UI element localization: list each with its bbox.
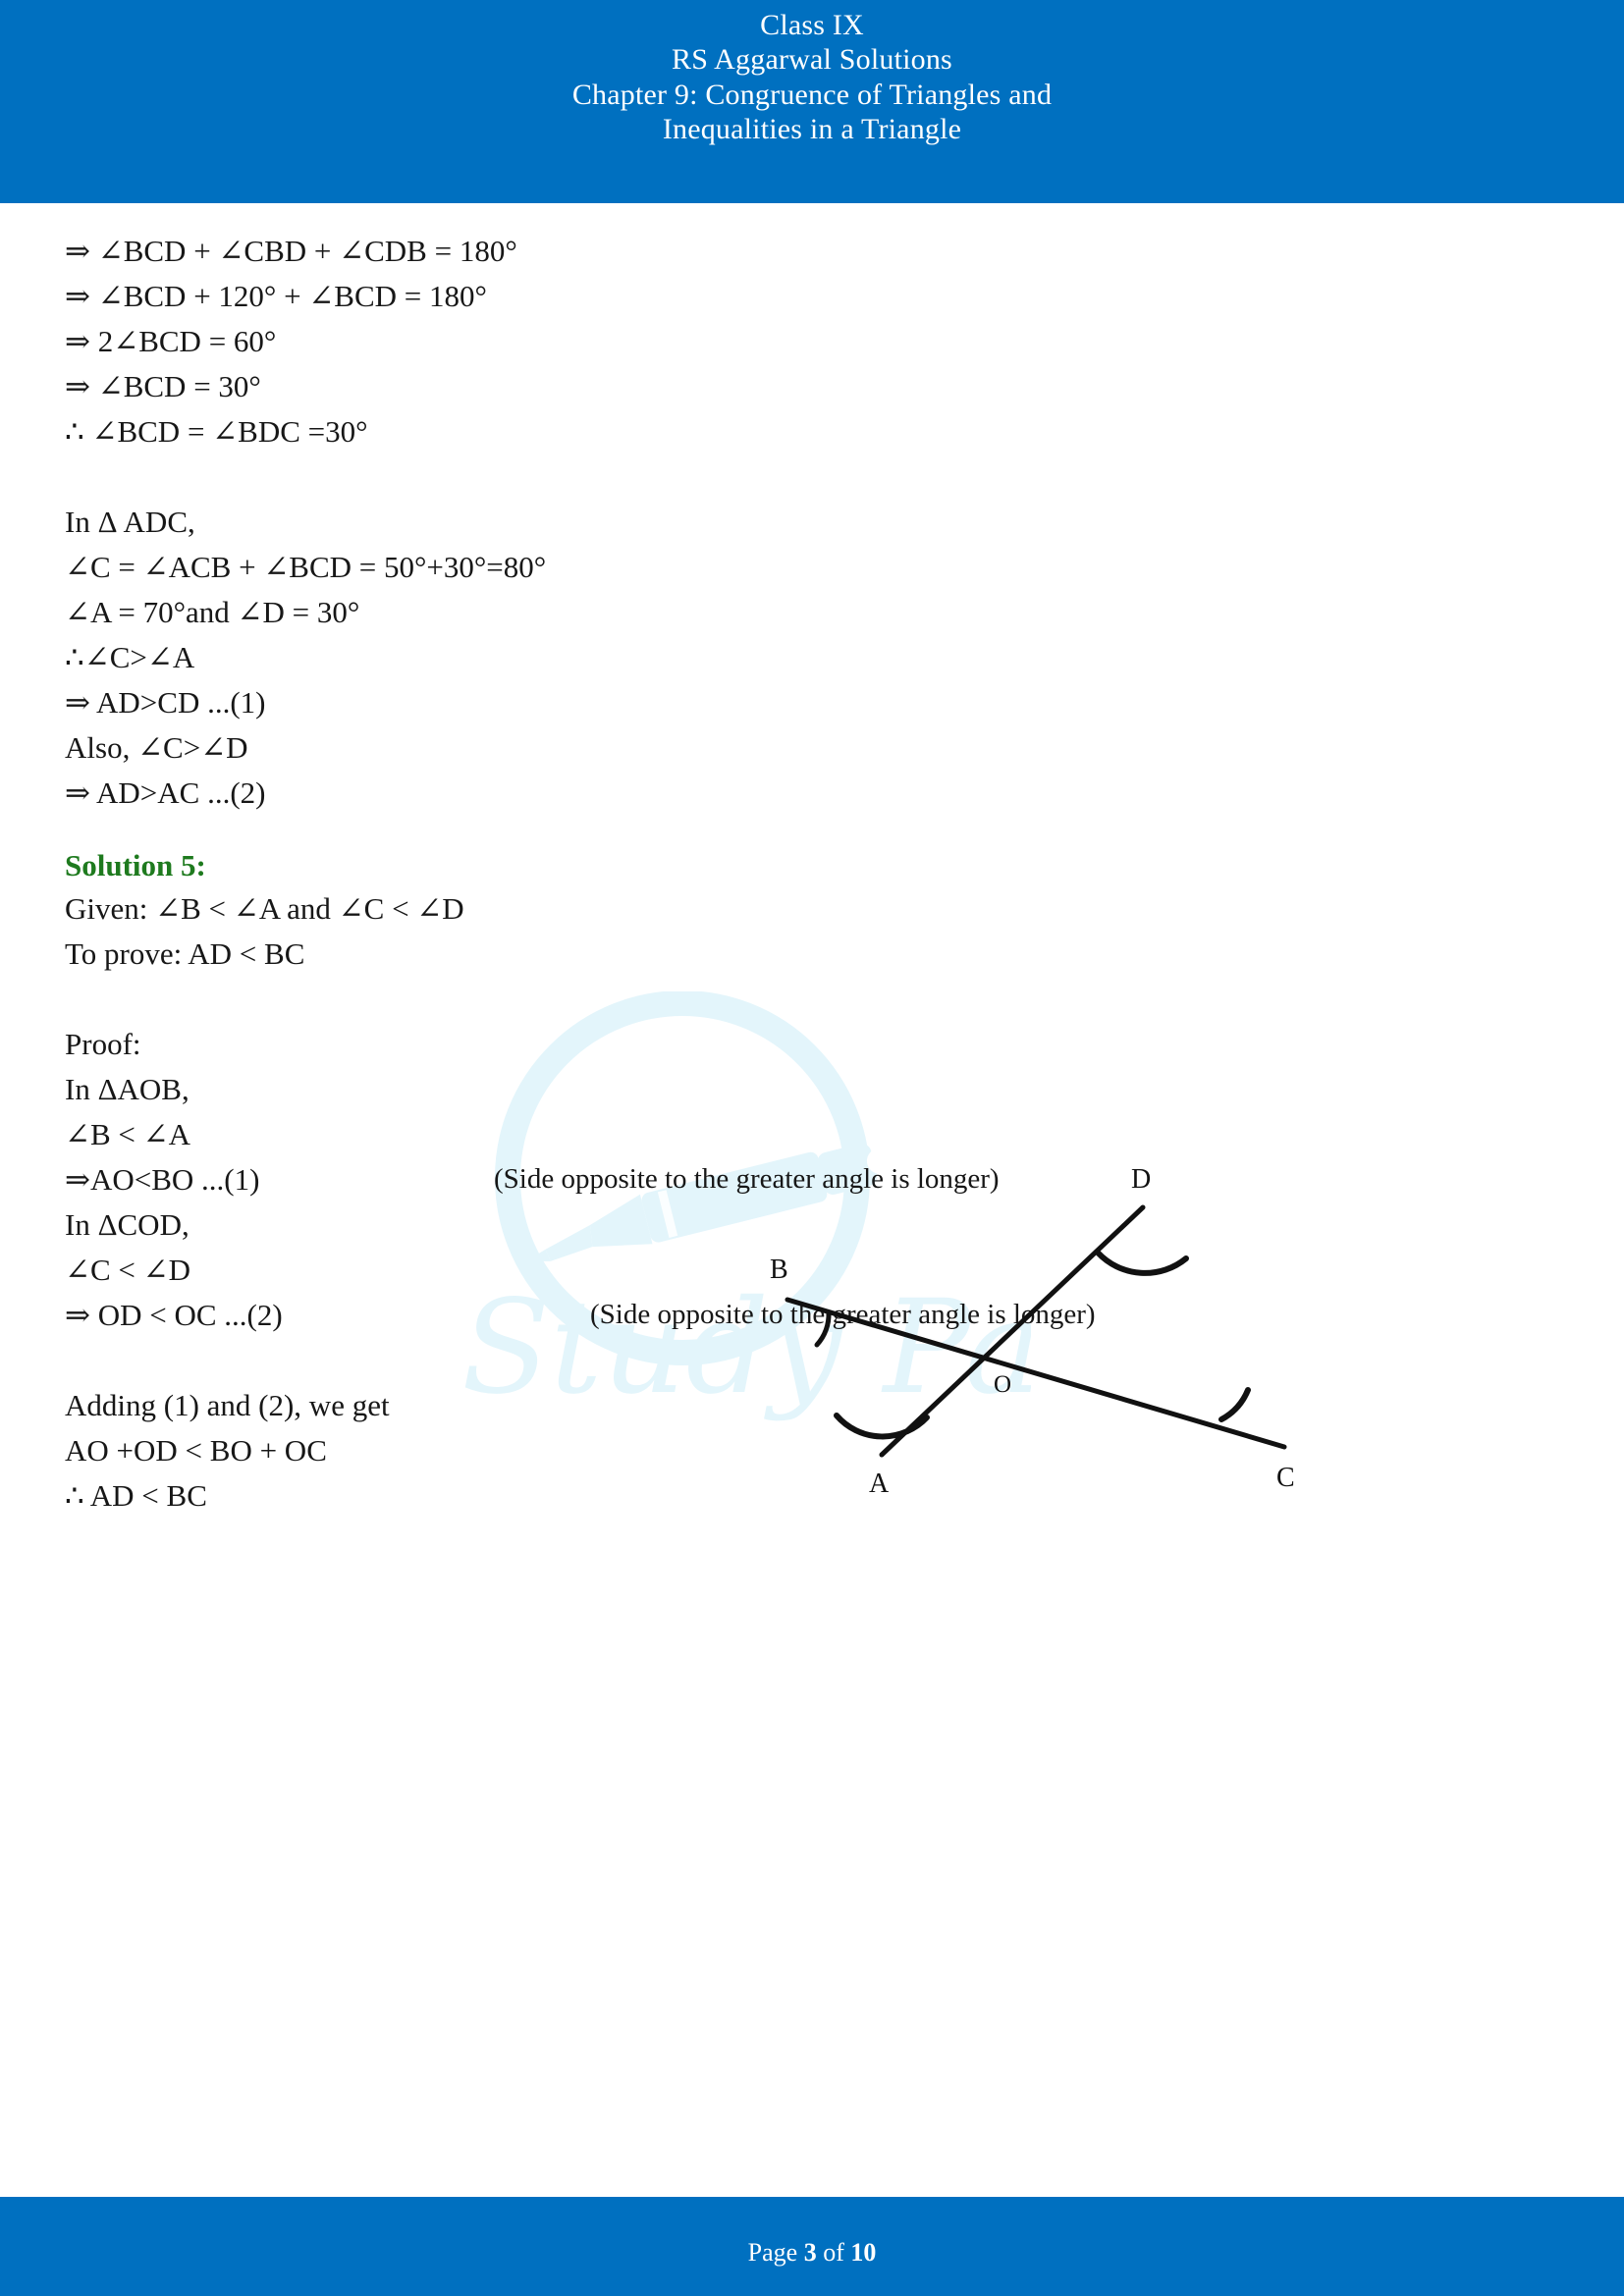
also-compare-line: Also, ∠C>∠D	[65, 730, 248, 765]
proof-result-1: ⇒AO<BO ...(1)	[65, 1162, 260, 1197]
triangle-aob-intro: In ΔAOB,	[65, 1072, 189, 1106]
page-of: of	[823, 2238, 844, 2267]
angle-a-d-line: ∠A = 70°and ∠D = 30°	[65, 595, 360, 629]
page-indicator: Page 3 of 10	[0, 2197, 1624, 2266]
angle-compare-line: ∴∠C>∠A	[65, 640, 195, 674]
math-line-2: ⇒ ∠BCD + 120° + ∠BCD = 180°	[65, 279, 487, 313]
header-line-class: Class IX	[760, 9, 864, 41]
solution-5-heading: Solution 5:	[65, 848, 206, 882]
proof-result-2: ⇒ OD < OC ...(2)	[65, 1298, 283, 1332]
angle-arc-c	[1218, 1387, 1251, 1422]
to-prove-line: To prove: AD < BC	[65, 936, 305, 971]
page-prefix: Page	[747, 2238, 798, 2267]
triangle-adc-intro: In Δ ADC,	[65, 505, 195, 539]
page-number: 3	[803, 2238, 817, 2267]
angle-arc-d	[1095, 1250, 1189, 1276]
vertex-label-d: D	[1131, 1164, 1151, 1195]
result-line-2: ⇒ AD>AC ...(2)	[65, 775, 266, 810]
page-footer: Page 3 of 10	[0, 2197, 1624, 2296]
vertex-label-b: B	[770, 1255, 788, 1285]
math-line-3: ⇒ 2∠BCD = 60°	[65, 324, 277, 358]
math-line-5: ∴ ∠BCD = ∠BDC =30°	[65, 414, 368, 449]
page-header: Class IX RS Aggarwal Solutions Chapter 9…	[0, 0, 1624, 203]
sum-inequality: AO +OD < BO + OC	[65, 1433, 327, 1468]
angle-c-lt-d: ∠C < ∠D	[65, 1253, 190, 1287]
conclusion-line: ∴ AD < BC	[65, 1478, 207, 1513]
total-pages: 10	[850, 2238, 877, 2267]
header-line-chapter2: Inequalities in a Triangle	[662, 113, 962, 146]
triangle-cod-intro: In ΔCOD,	[65, 1207, 189, 1242]
triangle-figure: C (long line through O) --> D (long line…	[727, 1148, 1394, 1541]
result-line-1: ⇒ AD>CD ...(1)	[65, 685, 266, 720]
vertex-label-c: C	[1276, 1463, 1295, 1493]
segment-bc	[785, 1297, 1287, 1450]
proof-label: Proof:	[65, 1027, 141, 1061]
angle-arc-a	[834, 1413, 930, 1440]
math-line-4: ⇒ ∠BCD = 30°	[65, 369, 261, 403]
angle-c-line: ∠C = ∠ACB + ∠BCD = 50°+30°=80°	[65, 550, 547, 584]
header-line-chapter1: Chapter 9: Congruence of Triangles and	[571, 78, 1053, 111]
header-line-book: RS Aggarwal Solutions	[672, 43, 952, 77]
vertex-label-a: A	[869, 1468, 890, 1499]
segment-ad	[879, 1204, 1146, 1458]
angle-b-lt-a: ∠B < ∠A	[65, 1117, 190, 1151]
given-line: Given: ∠B < ∠A and ∠C < ∠D	[65, 891, 464, 926]
angle-arc-b	[814, 1309, 832, 1348]
vertex-label-o: O	[994, 1371, 1011, 1398]
math-line-1: ⇒ ∠BCD + ∠CBD + ∠CDB = 180°	[65, 234, 517, 268]
adding-line: Adding (1) and (2), we get	[65, 1388, 390, 1422]
